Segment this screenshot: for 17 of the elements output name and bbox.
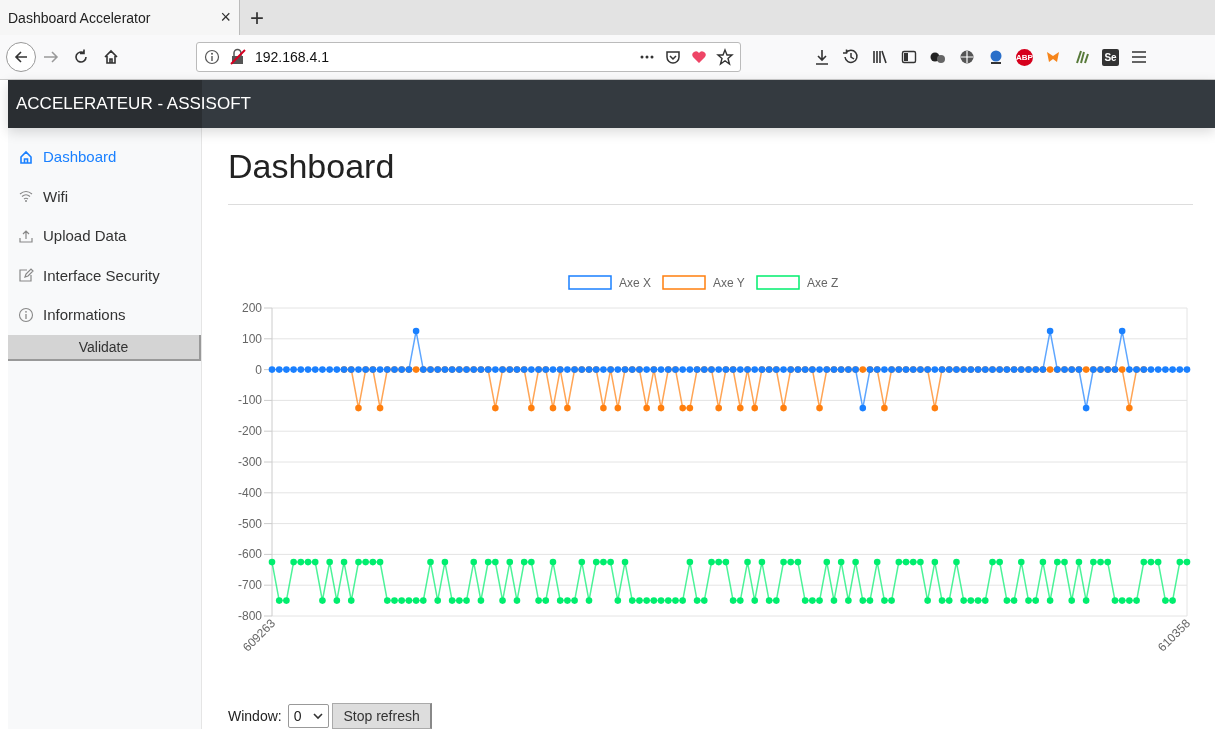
axis-label: -300 xyxy=(237,455,262,469)
axis-label: 200 xyxy=(241,301,262,315)
axis-label: -600 xyxy=(237,547,262,562)
axis-label: -400 xyxy=(237,485,262,500)
axis-label: 100 xyxy=(241,331,262,346)
axis-label: 0 xyxy=(255,362,262,377)
axis-label: -100 xyxy=(237,393,262,408)
legend-label: Axe X xyxy=(619,276,651,290)
window-label: Window: xyxy=(228,708,282,724)
axis-label: -200 xyxy=(237,424,262,439)
legend-label: Axe Y xyxy=(713,276,745,290)
legend-label: Axe Z xyxy=(807,276,839,290)
page-title: Dashboard xyxy=(228,146,396,186)
axis-label: -500 xyxy=(237,516,262,531)
app-title: ACCELERATEUR - ASSISOFT xyxy=(15,94,251,114)
axis-label: -700 xyxy=(237,578,262,593)
axis-label: -800 xyxy=(237,609,262,623)
